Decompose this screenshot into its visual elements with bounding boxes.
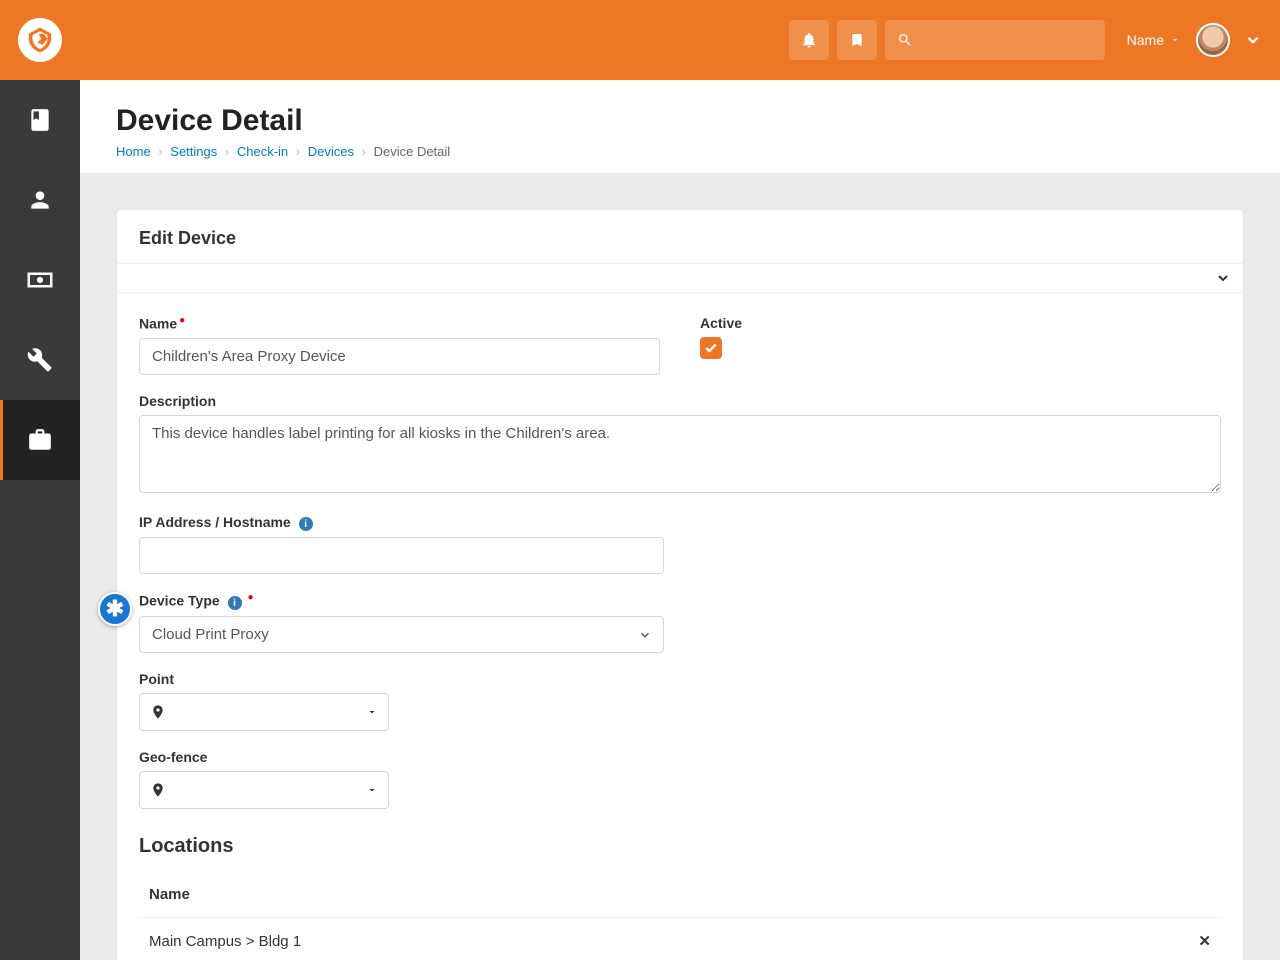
chevron-down-icon bbox=[1244, 31, 1262, 49]
caret-down-icon bbox=[366, 784, 378, 796]
sidebar-item-finance[interactable] bbox=[0, 240, 80, 320]
breadcrumb-link[interactable]: Settings bbox=[170, 144, 217, 159]
panel-title: Edit Device bbox=[117, 210, 1243, 263]
ip-label: IP Address / Hostname i bbox=[139, 514, 664, 532]
breadcrumb-link[interactable]: Home bbox=[116, 144, 151, 159]
locations-table: Name Main Campus > Bldg 1 ✕ bbox=[139, 872, 1221, 960]
geofence-label: Geo-fence bbox=[139, 749, 1221, 765]
page-title: Device Detail bbox=[116, 104, 1244, 138]
avatar[interactable] bbox=[1196, 23, 1230, 57]
breadcrumb-sep: › bbox=[225, 144, 229, 159]
required-indicator: ● bbox=[179, 315, 185, 326]
brand-icon bbox=[25, 25, 55, 55]
asterisk-icon: ✱ bbox=[106, 596, 124, 622]
name-input[interactable] bbox=[139, 338, 660, 375]
point-label: Point bbox=[139, 671, 1221, 687]
sidebar-item-admin[interactable] bbox=[0, 400, 80, 480]
breadcrumb: Home › Settings › Check-in › Devices › D… bbox=[116, 144, 1244, 159]
check-icon bbox=[704, 341, 718, 355]
person-icon bbox=[27, 187, 53, 213]
bell-icon bbox=[800, 31, 818, 49]
required-indicator: ● bbox=[247, 592, 253, 603]
help-fab[interactable]: ✱ bbox=[98, 592, 132, 626]
location-name: Main Campus > Bldg 1 bbox=[139, 918, 1181, 960]
header-expand[interactable] bbox=[1238, 25, 1268, 55]
sidebar-item-people[interactable] bbox=[0, 160, 80, 240]
active-label: Active bbox=[700, 315, 1221, 331]
logo[interactable] bbox=[18, 18, 62, 62]
device-type-select[interactable]: Cloud Print Proxy bbox=[139, 616, 664, 653]
breadcrumb-link[interactable]: Check-in bbox=[237, 144, 288, 159]
breadcrumb-link[interactable]: Devices bbox=[308, 144, 354, 159]
info-icon[interactable]: i bbox=[299, 517, 313, 531]
page-header: Device Detail Home › Settings › Check-in… bbox=[80, 80, 1280, 173]
remove-location-button[interactable]: ✕ bbox=[1181, 918, 1221, 960]
map-pin-icon bbox=[150, 782, 166, 798]
wrench-icon bbox=[27, 347, 53, 373]
briefcase-icon bbox=[27, 427, 53, 453]
geofence-picker[interactable] bbox=[139, 771, 389, 809]
info-icon[interactable]: i bbox=[228, 596, 242, 610]
edit-panel: Edit Device Name● bbox=[116, 209, 1244, 960]
panel-collapse-toggle[interactable] bbox=[117, 263, 1243, 293]
user-menu[interactable]: Name bbox=[1119, 32, 1188, 48]
money-icon bbox=[25, 265, 55, 295]
user-label: Name bbox=[1127, 32, 1164, 48]
caret-down-icon bbox=[1170, 35, 1180, 45]
name-label: Name● bbox=[139, 315, 660, 332]
book-icon bbox=[27, 107, 53, 133]
map-pin-icon bbox=[150, 704, 166, 720]
topbar: Name bbox=[0, 0, 1280, 80]
locations-title: Locations bbox=[139, 835, 1221, 858]
breadcrumb-sep: › bbox=[158, 144, 162, 159]
ip-input[interactable] bbox=[139, 537, 664, 574]
table-row: Main Campus > Bldg 1 ✕ bbox=[139, 918, 1221, 960]
sidebar-item-tools[interactable] bbox=[0, 320, 80, 400]
bookmarks-button[interactable] bbox=[837, 20, 877, 60]
locations-col-name: Name bbox=[139, 872, 1181, 918]
search-icon bbox=[897, 32, 913, 48]
breadcrumb-sep: › bbox=[296, 144, 300, 159]
point-picker[interactable] bbox=[139, 693, 389, 731]
description-label: Description bbox=[139, 393, 1221, 409]
caret-down-icon bbox=[366, 706, 378, 718]
chevron-down-icon bbox=[1215, 270, 1231, 286]
search-input[interactable] bbox=[885, 20, 1105, 60]
sidebar-item-book[interactable] bbox=[0, 80, 80, 160]
bookmark-icon bbox=[849, 31, 865, 49]
breadcrumb-current: Device Detail bbox=[374, 144, 451, 159]
device-type-label: Device Type i ● bbox=[139, 592, 664, 610]
active-checkbox[interactable] bbox=[700, 337, 722, 359]
sidebar bbox=[0, 80, 80, 960]
notifications-button[interactable] bbox=[789, 20, 829, 60]
description-input[interactable] bbox=[139, 415, 1221, 493]
breadcrumb-sep: › bbox=[362, 144, 366, 159]
